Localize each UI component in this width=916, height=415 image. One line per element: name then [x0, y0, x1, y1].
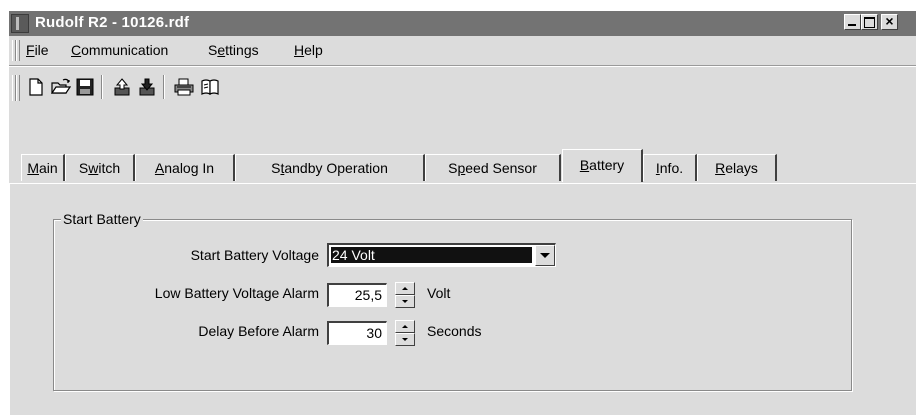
maximize-icon — [864, 17, 875, 28]
spin-up-button[interactable] — [395, 282, 415, 295]
menu-communication[interactable]: Communication — [71, 42, 168, 58]
tab-main[interactable]: Main — [21, 154, 65, 181]
delay-before-alarm-unit: Seconds — [427, 323, 482, 339]
tab-standby-operation[interactable]: Standby Operation — [235, 154, 425, 181]
menu-settings[interactable]: Settings — [208, 42, 259, 58]
start-battery-voltage-value: 24 Volt — [331, 247, 532, 263]
group-title: Start Battery — [61, 211, 143, 227]
maximize-button[interactable] — [861, 14, 878, 30]
close-icon: × — [885, 13, 894, 29]
low-battery-alarm-spinner[interactable] — [395, 282, 415, 308]
tab-strip: Main Switch Analog In Standby Operation … — [9, 149, 916, 185]
low-battery-alarm-unit: Volt — [427, 285, 451, 301]
close-button[interactable]: × — [881, 13, 898, 30]
window-title: Rudolf R2 - 10126.rdf — [35, 14, 190, 31]
dropdown-button[interactable] — [535, 245, 555, 266]
spin-down-button[interactable] — [395, 333, 415, 346]
title-bar: Rudolf R2 - 10126.rdf × — [9, 11, 916, 36]
app-icon[interactable] — [11, 14, 29, 33]
tab-battery[interactable]: Battery — [562, 149, 643, 182]
tab-relays[interactable]: Relays — [697, 154, 777, 181]
print-icon[interactable] — [174, 77, 194, 97]
delay-before-alarm-label: Delay Before Alarm — [198, 323, 319, 339]
start-battery-voltage-select[interactable]: 24 Volt — [327, 243, 556, 267]
menu-file[interactable]: File — [26, 42, 49, 58]
menu-help[interactable]: Help — [294, 42, 323, 58]
low-battery-alarm-input[interactable]: 25,5 — [327, 283, 387, 307]
upload-icon[interactable] — [112, 77, 132, 97]
menubar-grip-2 — [16, 40, 20, 61]
download-icon[interactable] — [137, 77, 157, 97]
spin-up-button[interactable] — [395, 320, 415, 333]
toolbar-grip-2 — [16, 75, 20, 101]
minimize-button[interactable] — [844, 14, 861, 30]
spin-down-button[interactable] — [395, 295, 415, 308]
minimize-icon — [848, 24, 856, 26]
app-window: Rudolf R2 - 10126.rdf × File Communicati… — [9, 11, 916, 415]
open-folder-icon[interactable] — [51, 77, 71, 97]
delay-before-alarm-spinner[interactable] — [395, 320, 415, 346]
new-file-icon[interactable] — [26, 77, 46, 97]
menu-bar: File Communication Settings Help — [9, 36, 916, 66]
delay-before-alarm-input[interactable]: 30 — [327, 321, 387, 345]
low-battery-alarm-label: Low Battery Voltage Alarm — [154, 285, 319, 301]
tab-speed-sensor[interactable]: Speed Sensor — [425, 154, 561, 181]
toolbar-separator — [101, 75, 103, 99]
tab-analog-in[interactable]: Analog In — [135, 154, 235, 181]
start-battery-voltage-label: Start Battery Voltage — [190, 247, 319, 263]
chevron-down-icon — [540, 253, 550, 258]
toolbar — [9, 66, 916, 107]
manual-book-icon[interactable] — [200, 77, 220, 97]
toolbar-separator-2 — [163, 75, 165, 99]
save-disk-icon[interactable] — [75, 77, 95, 97]
tab-switch[interactable]: Switch — [65, 154, 135, 181]
tab-info[interactable]: Info. — [643, 154, 697, 181]
